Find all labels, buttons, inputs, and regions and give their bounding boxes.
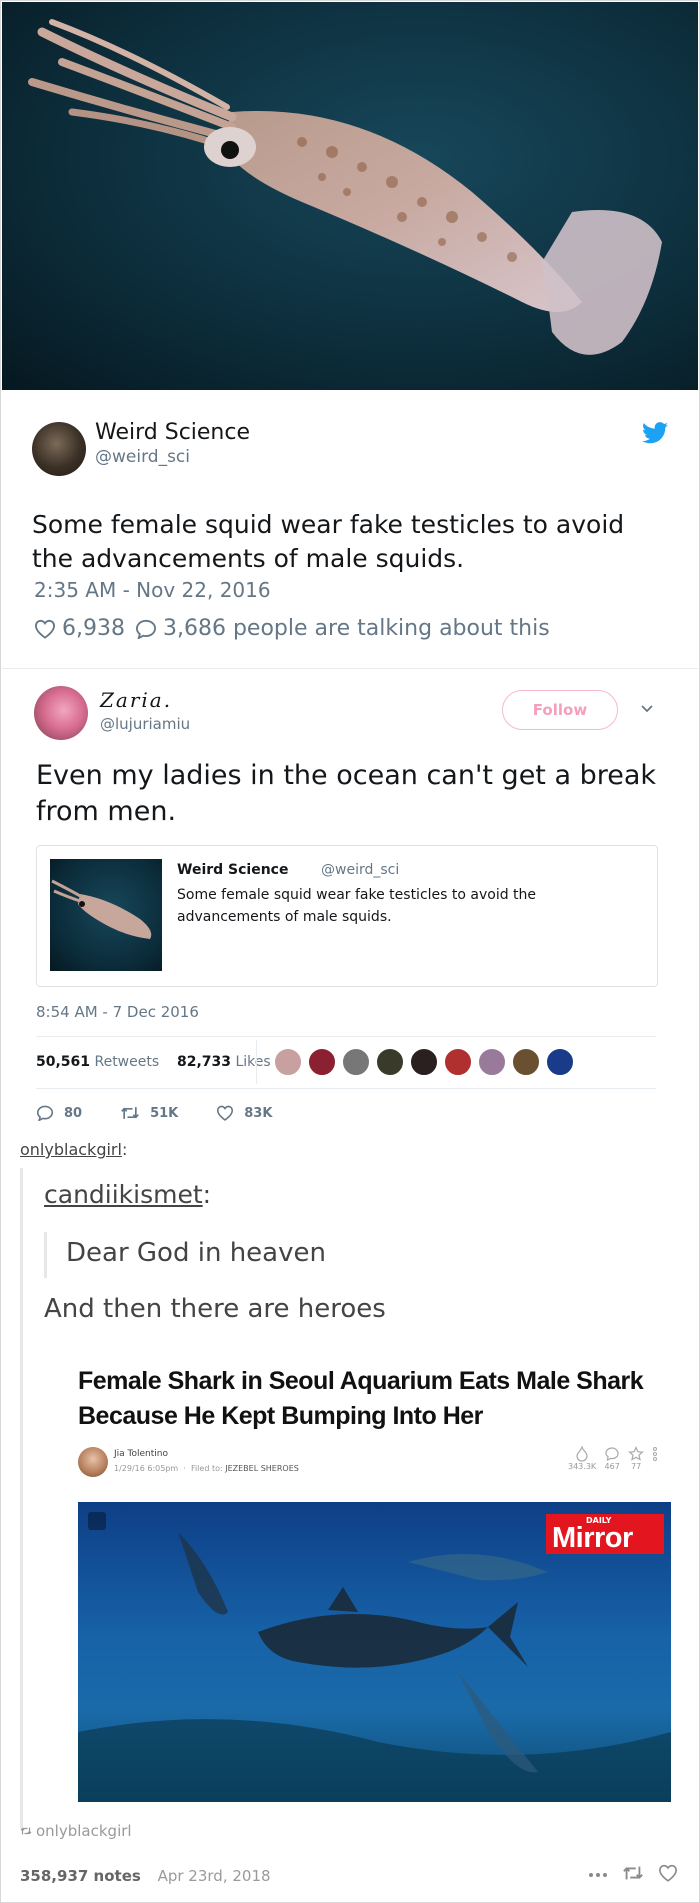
likes-label: Likes xyxy=(235,1054,271,1070)
tweet-text: Even my ladies in the ocean can't get a … xyxy=(36,760,657,827)
quote-bar xyxy=(44,1232,47,1278)
like-button[interactable] xyxy=(658,1864,678,1886)
more-stat xyxy=(652,1446,658,1471)
article-meta: 1/29/16 6:05pm · Filed to: JEZEBEL SHERO… xyxy=(114,1464,299,1473)
squid-photo xyxy=(2,2,698,390)
retweet-icon xyxy=(121,1107,140,1119)
avatar[interactable] xyxy=(342,1048,370,1076)
like-count[interactable]: 82,733 xyxy=(177,1054,231,1070)
embedded-tweet-weird-science: Weird Science @weird_sci Some female squ… xyxy=(2,390,698,669)
reply-icon xyxy=(36,1105,54,1121)
avatar[interactable] xyxy=(376,1048,404,1076)
avatar[interactable] xyxy=(512,1048,540,1076)
daily-mirror-logo: DAILY Mirror xyxy=(546,1514,664,1554)
reply-button[interactable]: 80 xyxy=(36,1105,82,1121)
avatar[interactable] xyxy=(478,1048,506,1076)
post-actions xyxy=(588,1864,678,1886)
speech-bubble-icon xyxy=(605,1447,619,1462)
reblogger-link[interactable]: onlyblackgirl: xyxy=(20,1140,127,1159)
notes-line: 358,937 notes Apr 23rd, 2018 xyxy=(20,1867,271,1885)
quoted-author-handle: @weird_sci xyxy=(321,862,400,878)
like-count: 6,938 xyxy=(62,616,125,641)
post-date[interactable]: Apr 23rd, 2018 xyxy=(158,1867,271,1885)
avatar[interactable] xyxy=(410,1048,438,1076)
retweet-count: 51K xyxy=(150,1105,179,1121)
retweet-count[interactable]: 50,561 xyxy=(36,1054,90,1070)
tweet-actions: 80 51K 83K xyxy=(36,1105,310,1121)
retweets-label: Retweets xyxy=(94,1054,160,1070)
stars-count: 77 xyxy=(631,1462,642,1471)
speech-bubble-icon[interactable] xyxy=(135,619,157,639)
like-button[interactable]: 83K xyxy=(216,1105,272,1121)
source-link[interactable]: onlyblackgirl xyxy=(20,1822,132,1840)
tweet-timestamp[interactable]: 2:35 AM - Nov 22, 2016 xyxy=(34,578,271,602)
article-stats: 343.3K 467 77 xyxy=(568,1446,666,1471)
zoom-icon[interactable] xyxy=(88,1512,106,1530)
comments-stat: 467 xyxy=(604,1446,620,1471)
avatar[interactable] xyxy=(32,422,86,476)
avatar[interactable] xyxy=(546,1048,574,1076)
article-author: Jia Tolentino xyxy=(114,1449,168,1459)
divider xyxy=(256,1040,257,1084)
embedded-tweet-zaria: Zaria. @lujuriamiu Follow Even my ladies… xyxy=(2,670,698,1135)
avatar[interactable] xyxy=(444,1048,472,1076)
filed-label: Filed to: xyxy=(190,1464,223,1473)
article-title: Female Shark in Seoul Aquarium Eats Male… xyxy=(78,1367,644,1430)
logo-big-text: Mirror xyxy=(552,1522,633,1554)
like-count: 83K xyxy=(244,1105,273,1121)
tweet-author-handle[interactable]: @weird_sci xyxy=(95,447,190,467)
notes-count[interactable]: 358,937 notes xyxy=(20,1867,141,1885)
more-dots-icon xyxy=(653,1447,658,1461)
reply-count: 80 xyxy=(64,1105,83,1121)
reblog-button[interactable] xyxy=(622,1864,644,1886)
quoted-author-name: Weird Science xyxy=(177,862,289,878)
divider xyxy=(36,1088,656,1089)
stars-stat: 77 xyxy=(628,1446,645,1471)
tweet-timestamp[interactable]: 8:54 AM - 7 Dec 2016 xyxy=(36,1003,199,1021)
tweet-author-name[interactable]: Zaria. xyxy=(100,688,172,712)
engagement-stats: 50,561 Retweets 82,733 Likes xyxy=(36,1054,271,1070)
avatar[interactable] xyxy=(308,1048,336,1076)
tweet-author-handle[interactable]: @lujuriamiu xyxy=(100,715,190,733)
quoted-user-name[interactable]: candiikismet xyxy=(44,1180,203,1209)
filed-to: JEZEBEL SHEROES xyxy=(225,1464,299,1473)
chevron-down-icon[interactable] xyxy=(640,702,654,716)
quoted-tweet[interactable]: Weird Science @weird_sci Some female squ… xyxy=(36,845,658,987)
divider xyxy=(36,1036,656,1037)
quoted-tweet-text: Some female squid wear fake testicles to… xyxy=(177,887,537,925)
avatar[interactable] xyxy=(34,686,88,740)
views-stat: 343.3K xyxy=(568,1446,596,1471)
liker-avatars xyxy=(274,1048,580,1076)
article-date: 1/29/16 6:05pm xyxy=(114,1464,179,1473)
tweet-stats: 6,938 3,686 people are talking about thi… xyxy=(34,616,550,641)
avatar[interactable] xyxy=(274,1048,302,1076)
retweet-button[interactable]: 51K xyxy=(120,1105,178,1121)
tweet-text: Some female squid wear fake testicles to… xyxy=(32,510,625,573)
shark-aquarium-photo: DAILY Mirror xyxy=(78,1502,671,1802)
heart-icon xyxy=(658,1864,678,1882)
twitter-bird-icon[interactable] xyxy=(642,422,668,444)
reblogger-name[interactable]: onlyblackgirl xyxy=(20,1140,122,1159)
tweet-author-name[interactable]: Weird Science xyxy=(95,420,250,445)
views-count: 343.3K xyxy=(568,1462,597,1471)
quote-text: Dear God in heaven xyxy=(66,1238,326,1268)
quoted-tweet-image xyxy=(50,859,162,971)
comments-count: 467 xyxy=(604,1462,620,1471)
follow-button[interactable]: Follow xyxy=(502,690,618,730)
more-dots-icon[interactable] xyxy=(588,1872,608,1878)
avatar xyxy=(78,1447,108,1477)
flame-icon xyxy=(576,1446,588,1462)
talking-count[interactable]: 3,686 people are talking about this xyxy=(163,616,550,641)
heart-icon[interactable] xyxy=(34,619,56,639)
reblog-icon xyxy=(623,1866,643,1880)
quote-bar xyxy=(20,1168,23,1828)
reblog-icon xyxy=(20,1827,32,1835)
reply-text: And then there are heroes xyxy=(44,1294,386,1324)
star-icon xyxy=(628,1446,645,1461)
heart-icon xyxy=(217,1105,234,1121)
quoted-user-link[interactable]: candiikismet: xyxy=(44,1180,211,1209)
source-name[interactable]: onlyblackgirl xyxy=(36,1822,132,1840)
